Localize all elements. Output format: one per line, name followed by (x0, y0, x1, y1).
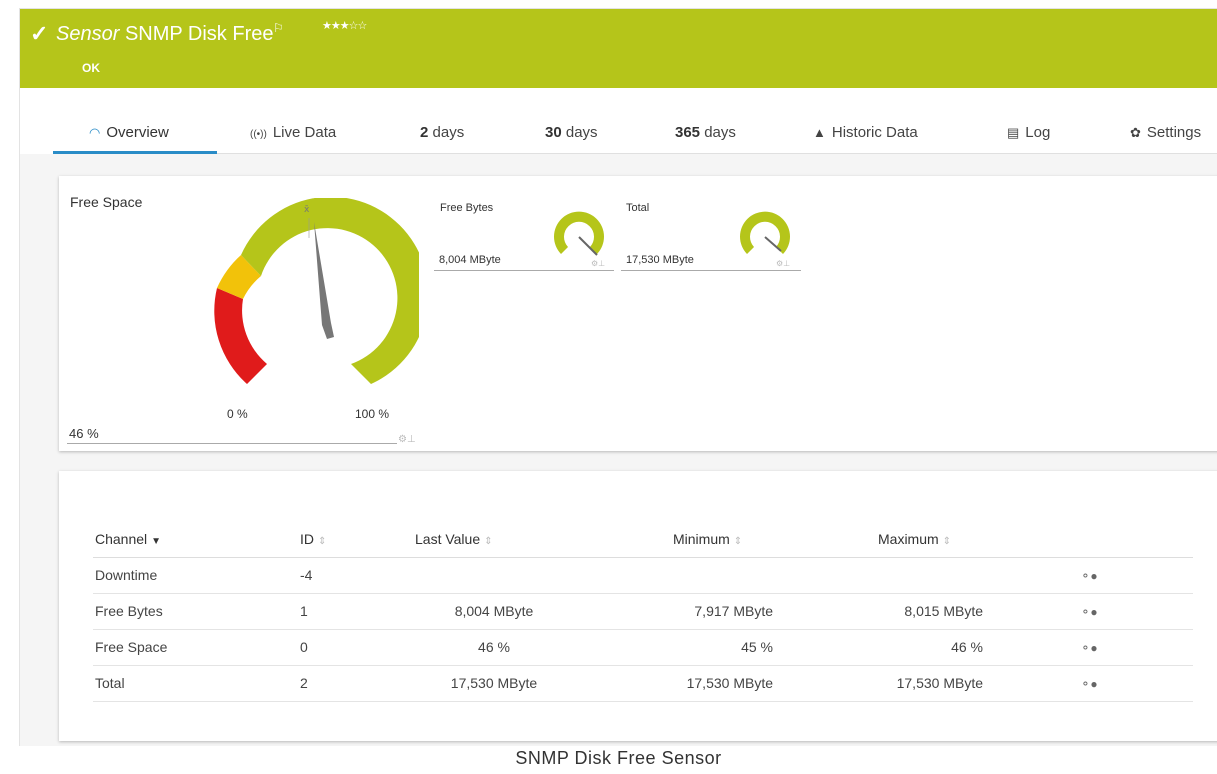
table-row[interactable]: Downtime -4 ⚬● (93, 557, 1193, 594)
channels-table: Channel ▼ ID ⇕ Last Value ⇕ Minimum ⇕ Maximu… (93, 521, 1193, 702)
table-header-row: Channel ▼ ID ⇕ Last Value ⇕ Minimum ⇕ Maximu… (93, 521, 1193, 558)
cell-id: 1 (298, 593, 413, 630)
live-icon: ((•)) (250, 129, 267, 140)
total-mini-gauge (740, 211, 790, 254)
gear-icon: ✿ (1130, 125, 1141, 140)
total-title: Total (626, 202, 650, 214)
ok-check-icon: ✓ (30, 21, 49, 46)
tab-2-days[interactable]: 2 days (420, 124, 464, 141)
col-minimum[interactable]: Minimum ⇕ (573, 521, 773, 558)
gauge-settings-icon[interactable]: ⚙⊥ (398, 434, 416, 445)
cell-max: 46 % (773, 629, 983, 666)
cell-min: 45 % (573, 629, 773, 666)
chart-icon: ▲ (813, 125, 826, 140)
total-value: 17,530 MByte (626, 254, 694, 266)
gauge-red-zone (214, 288, 267, 384)
channel-settings-icon[interactable]: ⚬● (983, 557, 1193, 594)
sensor-page: ✓ Sensor SNMP Disk Free ⚐ ★★★☆☆ OK ◠ Over… (19, 8, 1217, 746)
priority-stars[interactable]: ★★★☆☆ (322, 19, 367, 32)
cell-min: 7,917 MByte (573, 593, 773, 630)
page-title: Sensor SNMP Disk Free (56, 23, 274, 45)
sort-icon: ⇕ (484, 535, 493, 547)
cell-last: 17,530 MByte (413, 665, 573, 702)
average-marker: x̄ (304, 205, 310, 215)
cell-min (573, 557, 773, 594)
gauge-max-label: 100 % (355, 407, 390, 421)
tab-overview[interactable]: ◠ Overview (89, 124, 169, 141)
gauge-min-label: 0 % (227, 407, 248, 421)
cell-min: 17,530 MByte (573, 665, 773, 702)
channels-panel: Channel ▼ ID ⇕ Last Value ⇕ Minimum ⇕ Maximu… (59, 471, 1217, 741)
cell-id: -4 (298, 557, 413, 594)
cell-id: 2 (298, 665, 413, 702)
sensor-header: ✓ Sensor SNMP Disk Free ⚐ ★★★☆☆ OK (20, 9, 1217, 88)
col-id[interactable]: ID ⇕ (298, 521, 413, 558)
channel-settings-icon[interactable]: ⚬● (983, 593, 1193, 630)
cell-channel: Free Bytes (93, 593, 298, 630)
col-channel[interactable]: Channel ▼ (93, 521, 298, 558)
sort-icon: ⇕ (733, 535, 743, 547)
col-last-value[interactable]: Last Value ⇕ (413, 521, 573, 558)
channel-settings-icon[interactable]: ⚬● (983, 629, 1193, 666)
free-bytes-title: Free Bytes (440, 202, 494, 214)
sort-icon: ⇕ (318, 535, 327, 547)
free-bytes-settings-icon[interactable]: ⚙⊥ (591, 259, 605, 268)
tab-log[interactable]: ▤ Log (1007, 124, 1050, 141)
col-actions (983, 521, 1193, 558)
gauge-green-zone (241, 198, 419, 384)
tab-365-days[interactable]: 365 days (675, 124, 736, 141)
cell-channel: Free Space (93, 629, 298, 666)
table-row[interactable]: Free Space 0 46 % 45 % 46 % ⚬● (93, 629, 1193, 666)
cell-max (773, 557, 983, 594)
cell-last: 8,004 MByte (413, 593, 573, 630)
tab-historic-data[interactable]: ▲ Historic Data (813, 124, 918, 141)
tab-30-days[interactable]: 30 days (545, 124, 598, 141)
channel-settings-icon[interactable]: ⚬● (983, 665, 1193, 702)
tab-settings[interactable]: ✿ Settings (1130, 124, 1201, 141)
active-tab-indicator (53, 151, 217, 154)
cell-last: 46 % (413, 629, 573, 666)
gauges-panel: Free Space x̄ 0 % 100 % 46 % ⚙⊥ Free Byt… (59, 176, 1217, 451)
main-gauge-title: Free Space (70, 194, 143, 210)
cell-channel: Downtime (93, 557, 298, 594)
main-gauge-underline (67, 443, 397, 444)
tab-bar: ◠ Overview ((•)) Live Data 2 days 30 days … (20, 88, 1217, 154)
free-bytes-value: 8,004 MByte (439, 254, 501, 266)
cell-channel: Total (93, 665, 298, 702)
free-space-gauge: x̄ (214, 198, 419, 384)
total-settings-icon[interactable]: ⚙⊥ (776, 259, 790, 268)
tab-live-data[interactable]: ((•)) Live Data (250, 124, 336, 141)
free-bytes-mini-gauge (554, 211, 604, 256)
cell-id: 0 (298, 629, 413, 666)
tabs-divider (53, 153, 1217, 154)
table-row[interactable]: Total 2 17,530 MByte 17,530 MByte 17,530… (93, 665, 1193, 702)
cell-max: 17,530 MByte (773, 665, 983, 702)
free-bytes-underline (434, 270, 614, 271)
sort-icon: ⇕ (942, 535, 952, 547)
flag-icon[interactable]: ⚐ (273, 21, 284, 35)
col-maximum[interactable]: Maximum ⇕ (773, 521, 983, 558)
sort-desc-icon: ▼ (151, 535, 162, 547)
gauge-icon: ◠ (89, 125, 101, 140)
table-row[interactable]: Free Bytes 1 8,004 MByte 7,917 MByte 8,0… (93, 593, 1193, 630)
log-icon: ▤ (1007, 125, 1020, 140)
figure-caption: SNMP Disk Free Sensor (515, 748, 722, 768)
cell-max: 8,015 MByte (773, 593, 983, 630)
main-gauge-value: 46 % (69, 426, 99, 441)
cell-last (413, 557, 573, 594)
gauge-needle (314, 222, 334, 339)
status-label: OK (82, 61, 100, 75)
total-underline (621, 270, 801, 271)
